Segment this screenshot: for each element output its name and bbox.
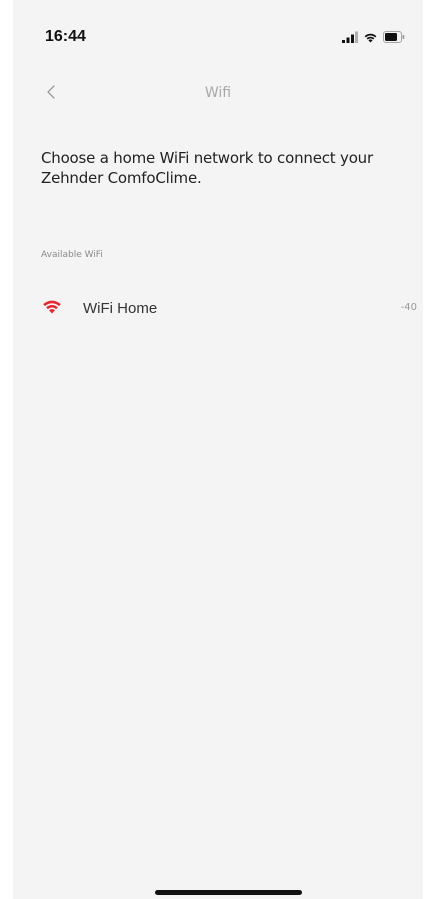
signal-icon: [342, 31, 358, 43]
wifi-network-name: WiFi Home: [83, 300, 158, 317]
nav-bar: Wifi: [13, 76, 423, 112]
wifi-icon: [363, 31, 378, 43]
status-time: 16:44: [45, 28, 86, 45]
home-indicator[interactable]: [155, 890, 302, 895]
battery-icon: [383, 31, 405, 43]
status-bar: 16:44: [13, 0, 423, 70]
available-wifi-label: Available WiFi: [41, 250, 103, 260]
wifi-network-item[interactable]: WiFi Home -40: [13, 289, 423, 327]
phone-screen: 16:44 Wifi Choose a home WiFi network to…: [13, 0, 423, 899]
page-title: Wifi: [204, 85, 232, 101]
status-icons: [342, 30, 405, 44]
instruction-text: Choose a home WiFi network to connect yo…: [41, 149, 373, 187]
wifi-icon: [41, 297, 63, 315]
wifi-signal-strength: -40: [400, 302, 417, 313]
